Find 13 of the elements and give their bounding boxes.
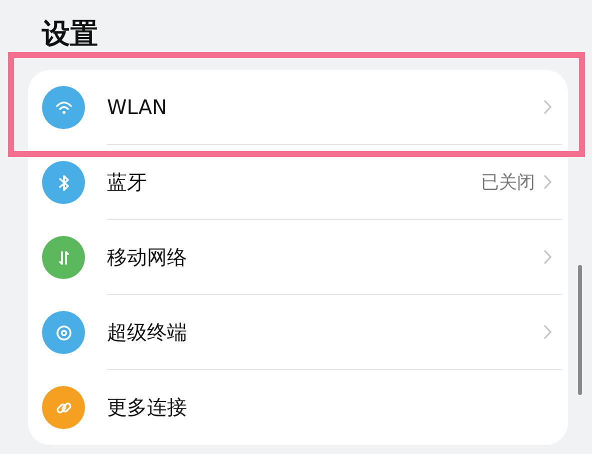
settings-item[interactable]: 蓝牙 已关闭 xyxy=(28,145,568,220)
settings-item[interactable]: 超级终端 xyxy=(28,295,568,370)
settings-item[interactable]: WLAN xyxy=(28,70,568,145)
item-label: 超级终端 xyxy=(107,318,188,346)
item-label: WLAN xyxy=(107,95,168,119)
item-label: 更多连接 xyxy=(107,394,188,421)
scrollbar[interactable] xyxy=(578,265,582,395)
settings-item[interactable]: 更多连接 xyxy=(28,370,568,445)
page-title: 设置 xyxy=(40,17,99,52)
item-label: 移动网络 xyxy=(107,244,188,270)
settings-item[interactable]: 移动网络 xyxy=(28,220,568,295)
item-status: 已关闭 xyxy=(481,171,535,194)
item-label: 蓝牙 xyxy=(107,168,148,196)
